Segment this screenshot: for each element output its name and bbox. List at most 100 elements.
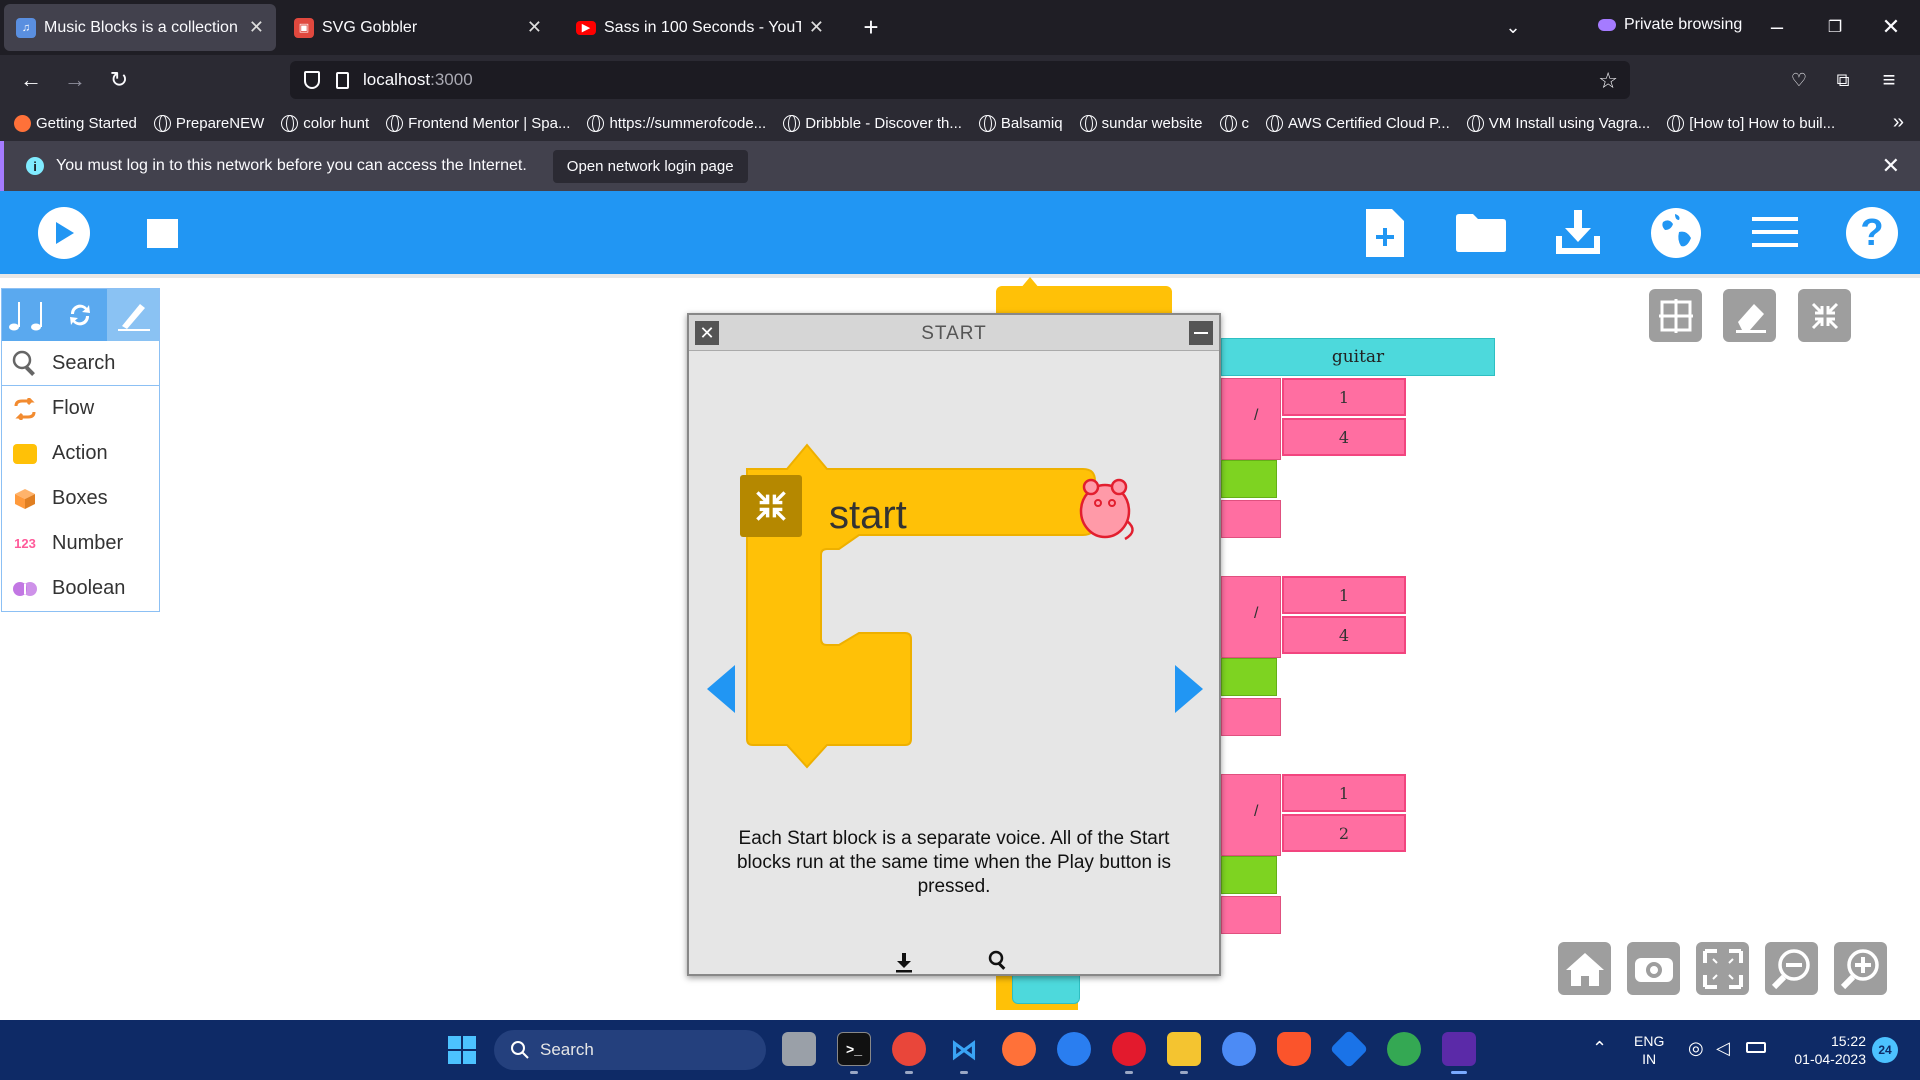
pink-connector-block[interactable]: [1221, 500, 1281, 538]
close-tab-icon[interactable]: ✕: [249, 17, 264, 38]
bookmark-item[interactable]: https://summerofcode...: [587, 114, 766, 132]
windows-start-icon[interactable]: [448, 1036, 476, 1064]
forward-arrow-icon[interactable]: →: [60, 65, 90, 95]
palette-item-flow[interactable]: Flow: [2, 386, 159, 431]
taskbar-search-box[interactable]: Search: [494, 1030, 766, 1070]
pink-connector-block[interactable]: [1221, 698, 1281, 736]
open-network-login-button[interactable]: Open network login page: [552, 149, 748, 183]
art-pen-tab[interactable]: [106, 289, 159, 341]
shield-icon[interactable]: [304, 71, 320, 89]
chrome-profile-icon[interactable]: [1222, 1032, 1256, 1066]
bookmark-item[interactable]: sundar website: [1079, 114, 1203, 132]
bookmark-item[interactable]: AWS Certified Cloud P...: [1266, 114, 1450, 132]
tab-list-chevron-down-icon[interactable]: ⌄: [1498, 12, 1528, 42]
bookmark-star-icon[interactable]: ☆: [1598, 68, 1618, 94]
zoom-out-icon[interactable]: [1765, 942, 1818, 995]
tray-chevron-up-icon[interactable]: ⌃: [1592, 1038, 1607, 1059]
zoom-in-icon[interactable]: [1834, 942, 1887, 995]
close-tab-icon[interactable]: ✕: [527, 17, 542, 38]
expand-icon[interactable]: [1696, 942, 1749, 995]
teal-block[interactable]: [1012, 974, 1080, 1004]
music-notes-tab[interactable]: [2, 289, 55, 341]
app-menu-hamburger-icon[interactable]: ≡: [1874, 65, 1904, 95]
numerator-block[interactable]: 1: [1282, 576, 1406, 614]
play-icon[interactable]: [38, 207, 90, 259]
grid-icon[interactable]: [1649, 289, 1702, 342]
collapse-icon[interactable]: [1798, 289, 1851, 342]
bookmark-item[interactable]: Balsamiq: [978, 114, 1063, 132]
search-icon[interactable]: [987, 949, 1009, 971]
show-hide-eye-icon[interactable]: [1627, 942, 1680, 995]
close-window-icon[interactable]: ✕: [1876, 12, 1906, 42]
divide-block[interactable]: /: [1221, 774, 1281, 856]
network-globe-icon[interactable]: ◎: [1688, 1038, 1704, 1059]
firefox-private-icon[interactable]: [1442, 1032, 1476, 1066]
chrome-alt-icon[interactable]: [1387, 1032, 1421, 1066]
palette-search[interactable]: Search: [2, 341, 159, 386]
eraser-icon[interactable]: [1723, 289, 1776, 342]
palette-item-boxes[interactable]: Boxes: [2, 476, 159, 521]
url-bar[interactable]: localhost:3000 ☆: [290, 61, 1630, 99]
firefox-dev-icon[interactable]: [1057, 1032, 1091, 1066]
save-download-icon[interactable]: [1554, 208, 1602, 256]
opera-icon[interactable]: [1112, 1032, 1146, 1066]
back-arrow-icon[interactable]: ←: [16, 65, 46, 95]
stop-icon[interactable]: [147, 219, 178, 248]
pink-connector-block[interactable]: [1221, 896, 1281, 934]
bookmark-item[interactable]: [How to] How to buil...: [1667, 114, 1835, 132]
denominator-block[interactable]: 2: [1282, 814, 1406, 852]
tab-youtube[interactable]: ▶ Sass in 100 Seconds - YouTube ✕: [564, 4, 836, 51]
tab-music-blocks[interactable]: ♫ Music Blocks is a collection of t ✕: [4, 4, 276, 51]
brave-icon[interactable]: [1277, 1032, 1311, 1066]
bookmark-item[interactable]: Getting Started: [14, 114, 137, 132]
notification-badge[interactable]: 24: [1872, 1037, 1898, 1063]
numerator-block[interactable]: 1: [1282, 774, 1406, 812]
close-tab-icon[interactable]: ✕: [809, 17, 824, 38]
instrument-name-block[interactable]: guitar: [1221, 338, 1495, 376]
green-connector-block[interactable]: [1221, 856, 1277, 894]
divide-block[interactable]: /: [1221, 576, 1281, 658]
firefox-icon[interactable]: [1002, 1032, 1036, 1066]
bookmark-item[interactable]: color hunt: [281, 114, 369, 132]
page-info-icon[interactable]: [336, 71, 349, 89]
open-folder-icon[interactable]: [1455, 213, 1507, 253]
palette-item-number[interactable]: 123 Number: [2, 521, 159, 566]
denominator-block[interactable]: 4: [1282, 616, 1406, 654]
close-notification-icon[interactable]: ✕: [1882, 153, 1900, 179]
green-connector-block[interactable]: [1221, 460, 1277, 498]
clock[interactable]: 15:22 01-04-2023: [1784, 1032, 1866, 1068]
denominator-block[interactable]: 4: [1282, 418, 1406, 456]
divide-block[interactable]: /: [1221, 378, 1281, 460]
reload-icon[interactable]: ↻: [104, 65, 134, 95]
palette-item-boolean[interactable]: Boolean: [2, 566, 159, 611]
next-arrow-icon[interactable]: [1173, 663, 1205, 715]
help-question-icon[interactable]: ?: [1846, 207, 1898, 259]
bookmark-item[interactable]: PrepareNEW: [153, 114, 264, 132]
minimize-window-icon[interactable]: –: [1762, 12, 1792, 42]
bookmark-item[interactable]: Dribbble - Discover th...: [783, 114, 962, 132]
file-explorer-icon[interactable]: [1167, 1032, 1201, 1066]
language-indicator[interactable]: ENG IN: [1634, 1032, 1664, 1068]
vscode-icon[interactable]: ⋈: [947, 1032, 981, 1066]
minimize-dialog-icon[interactable]: [1189, 321, 1213, 345]
palette-item-action[interactable]: Action: [2, 431, 159, 476]
dialog-header[interactable]: ✕ START: [689, 315, 1219, 351]
tab-svg-gobbler[interactable]: ▣ SVG Gobbler ✕: [282, 4, 554, 51]
bookmark-item[interactable]: VM Install using Vagra...: [1466, 114, 1650, 132]
bookmark-item[interactable]: c: [1219, 114, 1249, 132]
more-bookmarks-chevron-icon[interactable]: »: [1893, 111, 1904, 134]
blue-app-icon[interactable]: [1329, 1029, 1369, 1069]
main-menu-hamburger-icon[interactable]: [1752, 217, 1798, 247]
volume-icon[interactable]: ◁: [1716, 1038, 1730, 1059]
restore-window-icon[interactable]: ❐: [1820, 12, 1850, 42]
terminal-icon[interactable]: >_: [837, 1032, 871, 1066]
flow-refresh-tab[interactable]: [54, 289, 107, 341]
task-view-icon[interactable]: [782, 1032, 816, 1066]
previous-arrow-icon[interactable]: [705, 663, 737, 715]
bookmark-item[interactable]: Frontend Mentor | Spa...: [386, 114, 570, 132]
new-tab-icon[interactable]: +: [856, 12, 886, 42]
new-project-icon[interactable]: [1364, 207, 1406, 259]
green-connector-block[interactable]: [1221, 658, 1277, 696]
home-icon[interactable]: [1558, 942, 1611, 995]
numerator-block[interactable]: 1: [1282, 378, 1406, 416]
